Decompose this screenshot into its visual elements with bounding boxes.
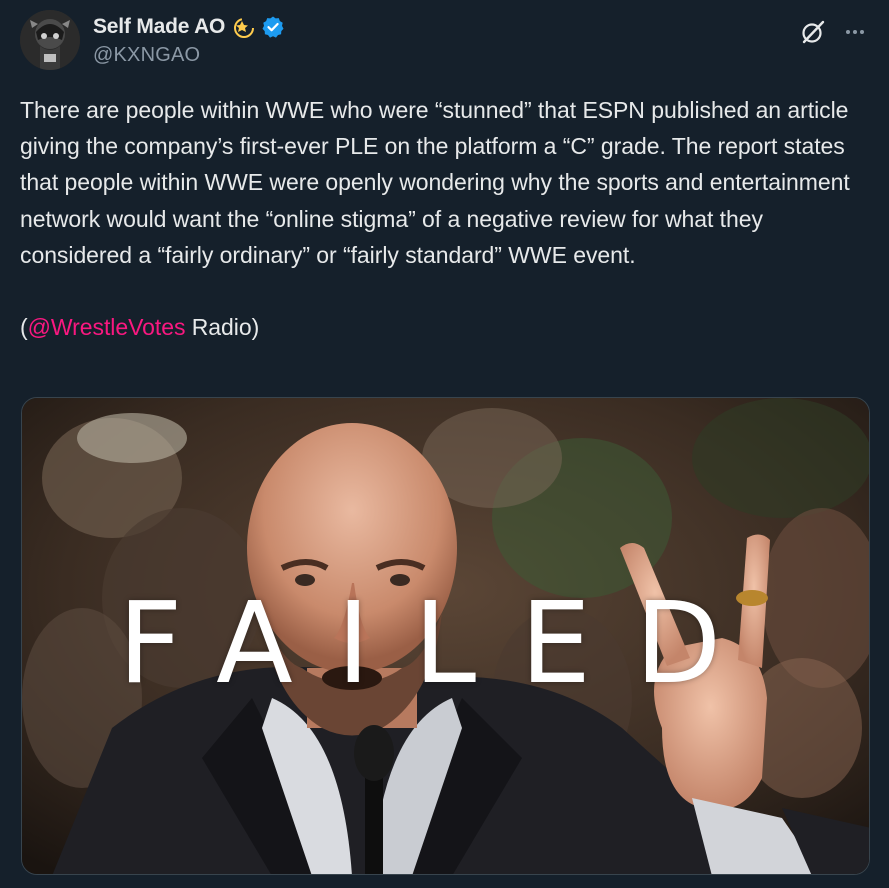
media-photo [22, 398, 869, 874]
author-handle[interactable]: @KXNGAO [93, 44, 285, 67]
tweet-media-image[interactable] [21, 397, 870, 875]
grok-icon[interactable] [799, 18, 827, 46]
tweet-paragraph: There are people within WWE who were “st… [20, 97, 850, 268]
mention-link-wrestlevotes[interactable]: @WrestleVotes [28, 314, 186, 340]
tweet-credit: (@WrestleVotes Radio) [20, 309, 872, 345]
top-divider [0, 0, 889, 4]
tweet-card: Self Made AO @KXNGAO There are people wi… [0, 0, 889, 888]
display-name[interactable]: Self Made AO [93, 15, 225, 39]
display-name-row: Self Made AO [93, 12, 285, 42]
header-actions [799, 18, 869, 46]
avatar-image [20, 10, 80, 70]
more-options-icon[interactable] [841, 18, 869, 46]
verified-badge-icon[interactable] [261, 15, 285, 39]
tweet-header: Self Made AO @KXNGAO [20, 10, 869, 72]
tweet-text: There are people within WWE who were “st… [20, 92, 872, 345]
author-names: Self Made AO @KXNGAO [93, 12, 285, 67]
dizzy-star-icon [231, 14, 257, 40]
credit-rest: Radio) [185, 314, 260, 341]
credit-open-paren: ( [20, 314, 28, 341]
author-avatar[interactable] [20, 10, 80, 70]
